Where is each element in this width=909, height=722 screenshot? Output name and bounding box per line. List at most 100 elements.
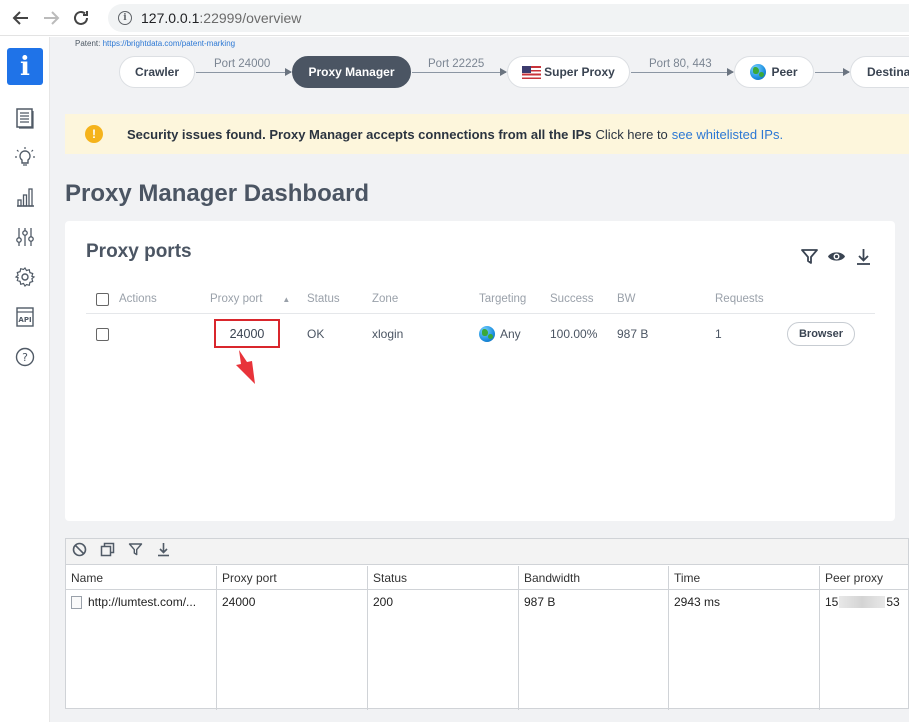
- page-title: Proxy Manager Dashboard: [65, 180, 370, 207]
- col-status[interactable]: Status: [368, 566, 519, 589]
- log-time-value: 2943 ms: [674, 595, 721, 609]
- col-actions: Actions: [119, 293, 157, 305]
- copy-icon[interactable]: [100, 542, 115, 562]
- sidebar: i API ?: [0, 37, 50, 722]
- security-alert: ! Security issues found. Proxy Manager a…: [65, 114, 909, 154]
- annotation-arrow-icon: [236, 350, 255, 384]
- main-content: Patent: https://brightdata.com/patent-ma…: [50, 37, 909, 722]
- lightbulb-icon[interactable]: [12, 144, 38, 170]
- flow-node-label: Super Proxy: [544, 65, 615, 79]
- flow-port-label: Port 22225: [428, 58, 485, 70]
- svg-text:?: ?: [22, 351, 28, 364]
- flow-node-proxy-manager: Proxy Manager: [292, 56, 411, 88]
- col-proxy-port[interactable]: Proxy port: [217, 566, 368, 589]
- col-status: Status: [307, 293, 340, 305]
- alert-title: Security issues found. Proxy Manager acc…: [127, 126, 592, 142]
- filter-icon[interactable]: [128, 542, 143, 562]
- proxy-port-value[interactable]: 24000: [214, 319, 280, 348]
- globe-icon: [750, 64, 767, 80]
- alert-text: Click here to: [595, 126, 668, 142]
- url-host: 127.0.0.1: [141, 10, 200, 26]
- stats-icon[interactable]: [12, 184, 38, 210]
- table-row[interactable]: 24000 OK xlogin Any 100.00% 987 B 1 Brow…: [86, 314, 875, 354]
- info-logo-icon[interactable]: i: [7, 48, 43, 85]
- card-toolbar: [800, 247, 873, 271]
- document-icon: [71, 595, 82, 609]
- flow-connector: [196, 68, 292, 76]
- download-icon[interactable]: [854, 247, 873, 271]
- patent-notice: Patent: https://brightdata.com/patent-ma…: [75, 39, 235, 48]
- col-zone: Zone: [372, 293, 399, 305]
- url-path: :22999/overview: [199, 10, 302, 26]
- warning-icon: !: [85, 125, 103, 143]
- download-icon[interactable]: [156, 542, 171, 562]
- whitelisted-ips-link[interactable]: see whitelisted IPs.: [672, 127, 783, 142]
- flow-connector: [631, 68, 734, 76]
- log-name-value: http://lumtest.com/...: [88, 595, 197, 609]
- sort-icon: ▲: [282, 294, 291, 304]
- targeting-value: Any: [479, 314, 521, 354]
- proxy-flow-diagram: Crawler Port 24000 Proxy Manager Port 22…: [50, 56, 909, 90]
- flow-node-super-proxy: Super Proxy: [507, 56, 630, 88]
- peer-suffix: 53: [886, 595, 900, 609]
- zone-value: xlogin: [372, 327, 404, 341]
- col-success: Success: [550, 293, 594, 305]
- sliders-icon[interactable]: [12, 224, 38, 250]
- col-bandwidth[interactable]: Bandwidth: [519, 566, 669, 589]
- flow-node-destination: Destinat: [850, 56, 909, 88]
- filter-icon[interactable]: [800, 247, 819, 271]
- col-targeting: Targeting: [479, 293, 527, 305]
- success-value: 100.00%: [550, 327, 598, 341]
- log-bandwidth-value: 987 B: [524, 595, 556, 609]
- table-row[interactable]: http://lumtest.com/... 24000 200 987 B 2…: [66, 590, 909, 614]
- svg-text:API: API: [18, 316, 31, 324]
- request-log-panel: Name Proxy port Status Bandwidth Time Pe…: [65, 538, 909, 710]
- requests-value: 1: [715, 327, 722, 341]
- col-bw: BW: [617, 293, 636, 305]
- flow-port-label: Port 24000: [214, 58, 271, 70]
- flow-node-label: Peer: [771, 65, 798, 79]
- col-name[interactable]: Name: [66, 566, 217, 589]
- row-checkbox[interactable]: [96, 314, 109, 354]
- back-icon[interactable]: [6, 3, 36, 33]
- flow-port-label: Port 80, 443: [649, 58, 712, 70]
- log-name-cell: http://lumtest.com/...: [66, 590, 217, 614]
- clear-icon[interactable]: [72, 542, 87, 562]
- browser-toolbar: i 127.0.0.1:22999/overview: [0, 0, 909, 36]
- forward-icon[interactable]: [36, 3, 66, 33]
- help-icon[interactable]: ?: [12, 344, 38, 370]
- patent-label: Patent:: [75, 39, 101, 48]
- flow-node-peer: Peer: [734, 56, 814, 88]
- proxy-ports-card: Proxy ports Actions Proxy port ▲ Status …: [65, 221, 895, 521]
- col-requests: Requests: [715, 293, 764, 305]
- log-peer-value: 15 53: [820, 590, 909, 614]
- logs-icon[interactable]: [12, 105, 38, 131]
- flow-connector: [412, 68, 507, 76]
- browser-button[interactable]: Browser: [787, 322, 855, 346]
- info-icon[interactable]: i: [118, 11, 132, 25]
- flow-node-crawler: Crawler: [119, 56, 195, 88]
- api-icon[interactable]: API: [12, 304, 38, 330]
- col-proxy-port[interactable]: Proxy port ▲: [210, 285, 290, 313]
- proxy-ports-title: Proxy ports: [86, 241, 192, 262]
- address-bar[interactable]: i 127.0.0.1:22999/overview: [108, 4, 909, 32]
- col-peer-proxy[interactable]: Peer proxy: [820, 566, 909, 589]
- log-toolbar: [66, 539, 908, 565]
- eye-icon[interactable]: [827, 247, 846, 271]
- log-header: Name Proxy port Status Bandwidth Time Pe…: [66, 566, 909, 590]
- globe-icon: [479, 326, 495, 342]
- status-value: OK: [307, 327, 325, 341]
- redacted-block: [839, 596, 886, 608]
- log-port-value: 24000: [222, 595, 256, 609]
- col-label: Proxy port: [210, 293, 263, 305]
- reload-icon[interactable]: [66, 3, 96, 33]
- gear-icon[interactable]: [12, 264, 38, 290]
- us-flag-icon: [522, 65, 542, 79]
- select-all-checkbox[interactable]: [96, 285, 109, 313]
- patent-link[interactable]: https://brightdata.com/patent-marking: [103, 39, 236, 48]
- proxy-ports-header: Actions Proxy port ▲ Status Zone Targeti…: [86, 285, 875, 314]
- flow-connector: [815, 68, 850, 76]
- bw-value: 987 B: [617, 327, 649, 341]
- col-time[interactable]: Time: [669, 566, 820, 589]
- peer-prefix: 15: [825, 595, 839, 609]
